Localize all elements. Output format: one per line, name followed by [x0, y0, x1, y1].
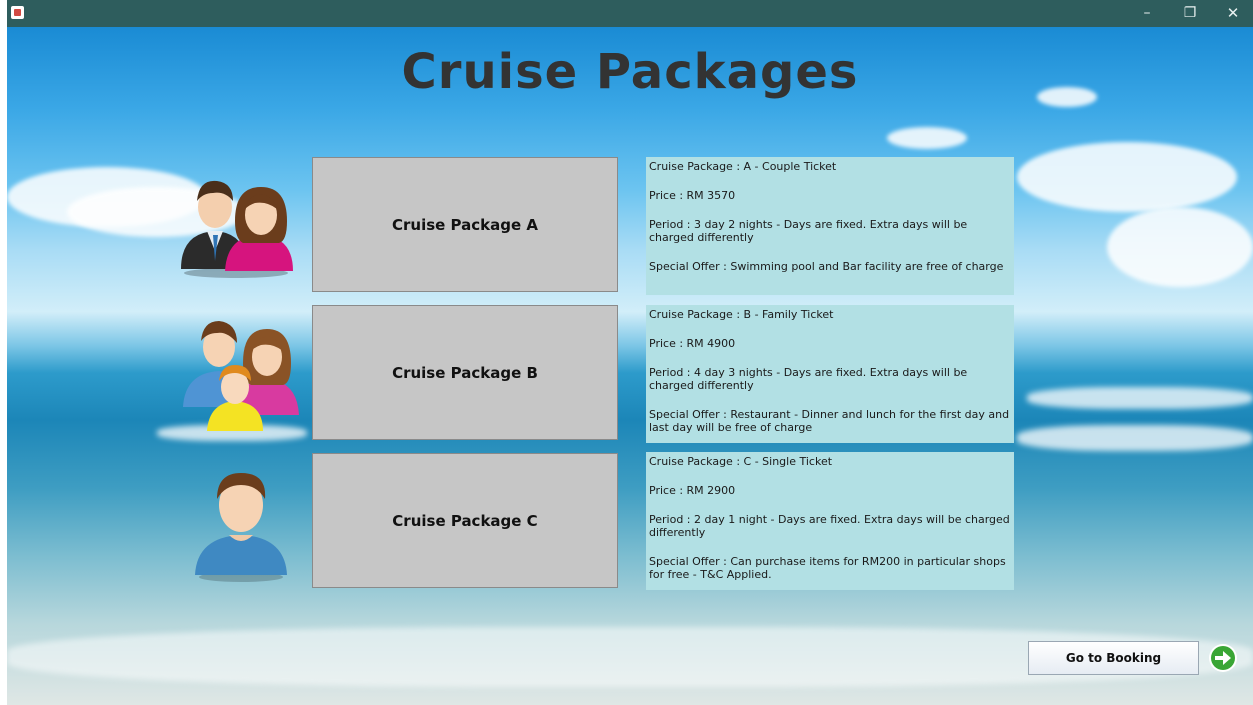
java-app-icon — [11, 6, 24, 19]
background-beach-image: Cruise Packages Cruise Package A Cruise … — [7, 27, 1253, 705]
cloud-decoration — [1107, 207, 1253, 287]
arrow-right-circle-icon[interactable] — [1208, 643, 1238, 673]
cloud-decoration — [1017, 142, 1237, 212]
package-name: Cruise Package : C - Single Ticket — [649, 455, 833, 468]
package-name: Cruise Package : B - Family Ticket — [649, 308, 834, 321]
minimize-button[interactable]: – — [1127, 0, 1167, 27]
close-button[interactable]: ✕ — [1213, 0, 1253, 27]
package-offer: Special Offer : Can purchase items for R… — [649, 555, 1006, 581]
window-titlebar: – ❐ ✕ — [7, 0, 1253, 27]
wave-decoration — [1027, 387, 1253, 409]
single-person-icon — [195, 473, 287, 582]
package-a-details: Cruise Package : A - Couple Ticket Price… — [646, 157, 1014, 295]
family-icon — [183, 321, 299, 431]
cruise-package-a-button[interactable]: Cruise Package A — [312, 157, 618, 292]
package-price: Price : RM 3570 — [649, 189, 736, 202]
cruise-package-c-button[interactable]: Cruise Package C — [312, 453, 618, 588]
couple-icon — [181, 180, 293, 278]
package-name: Cruise Package : A - Couple Ticket — [649, 160, 837, 173]
package-period: Period : 3 day 2 nights - Days are fixed… — [649, 218, 968, 244]
package-offer: Special Offer : Swimming pool and Bar fa… — [649, 260, 1004, 273]
package-period: Period : 2 day 1 night - Days are fixed.… — [649, 513, 1010, 539]
package-offer: Special Offer : Restaurant - Dinner and … — [649, 408, 1010, 434]
go-to-booking-button[interactable]: Go to Booking — [1028, 641, 1199, 675]
package-period: Period : 4 day 3 nights - Days are fixed… — [649, 366, 968, 392]
package-c-details: Cruise Package : C - Single Ticket Price… — [646, 452, 1014, 590]
package-price: Price : RM 2900 — [649, 484, 736, 497]
restore-button[interactable]: ❐ — [1170, 0, 1210, 27]
package-b-details: Cruise Package : B - Family Ticket Price… — [646, 305, 1014, 443]
page-title: Cruise Packages — [401, 44, 859, 100]
cloud-decoration — [887, 127, 967, 149]
cruise-package-b-button[interactable]: Cruise Package B — [312, 305, 618, 440]
package-price: Price : RM 4900 — [649, 337, 736, 350]
wave-decoration — [1017, 425, 1253, 451]
